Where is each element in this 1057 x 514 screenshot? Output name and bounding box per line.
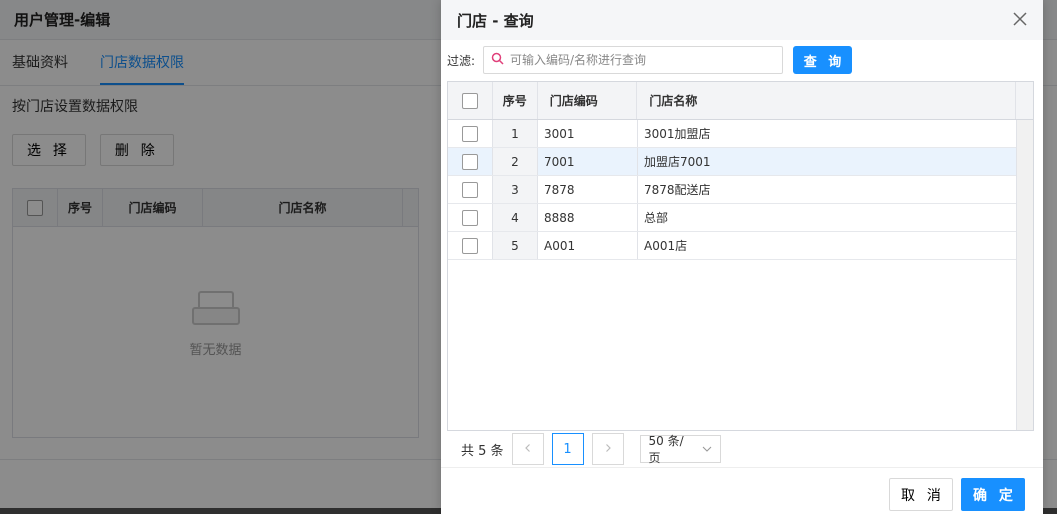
row-code: 8888	[538, 204, 638, 231]
table-row[interactable]: 4 8888 总部	[448, 204, 1033, 232]
dialog-header: 门店 - 查询	[441, 0, 1043, 40]
row-checkbox[interactable]	[462, 125, 478, 142]
select-all-checkbox[interactable]	[461, 92, 478, 109]
search-icon	[491, 52, 504, 69]
row-name: 7878配送店	[638, 176, 1018, 203]
next-page-button[interactable]	[591, 433, 624, 465]
row-code: 3001	[538, 120, 638, 147]
pagination: 共 5 条 1 50 条/页	[461, 433, 721, 465]
dialog-title: 门店 - 查询	[457, 11, 534, 30]
prev-page-button[interactable]	[511, 433, 544, 465]
row-checkbox[interactable]	[462, 181, 478, 198]
select-all-cell	[448, 82, 493, 119]
total-count: 共 5 条	[461, 443, 504, 459]
close-icon[interactable]	[1011, 10, 1029, 28]
table-row[interactable]: 1 3001 3001加盟店	[448, 120, 1033, 148]
row-code: 7878	[538, 176, 638, 203]
store-grid: 序号 门店编码 门店名称 1 3001 3001加盟店 2 7001 加盟店70…	[447, 81, 1034, 431]
table-row[interactable]: 2 7001 加盟店7001	[448, 148, 1033, 176]
row-checkbox-cell	[448, 204, 493, 231]
row-index: 5	[493, 232, 538, 259]
column-index: 序号	[492, 82, 538, 119]
row-checkbox[interactable]	[462, 237, 478, 254]
search-box[interactable]	[483, 46, 783, 74]
table-row[interactable]: 3 7878 7878配送店	[448, 176, 1033, 204]
row-index: 4	[493, 204, 538, 231]
filter-label: 过滤:	[447, 53, 476, 68]
scrollbar-header	[1016, 82, 1033, 119]
page-size-select[interactable]: 50 条/页	[639, 434, 721, 465]
row-index: 1	[493, 120, 538, 147]
row-index: 3	[493, 176, 538, 203]
row-checkbox-cell	[448, 176, 493, 203]
dialog-footer: 取 消 确 定	[441, 467, 1043, 514]
page-button-current[interactable]: 1	[551, 433, 584, 465]
row-checkbox[interactable]	[462, 209, 478, 226]
column-name: 门店名称	[637, 82, 1017, 119]
grid-header: 序号 门店编码 门店名称	[448, 82, 1033, 120]
row-name: 3001加盟店	[638, 120, 1018, 147]
chevron-left-icon	[523, 442, 533, 457]
column-code: 门店编码	[538, 82, 638, 119]
confirm-button[interactable]: 确 定	[961, 478, 1025, 511]
vertical-scrollbar[interactable]	[1016, 120, 1033, 430]
row-code: A001	[538, 232, 638, 259]
search-input[interactable]	[510, 53, 775, 67]
table-row[interactable]: 5 A001 A001店	[448, 232, 1033, 260]
chevron-right-icon	[603, 442, 613, 457]
row-name: 加盟店7001	[638, 148, 1018, 175]
row-checkbox[interactable]	[462, 153, 478, 170]
row-name: 总部	[638, 204, 1018, 231]
row-checkbox-cell	[448, 120, 493, 147]
row-checkbox-cell	[448, 232, 493, 259]
page-size-value: 50 条/页	[648, 434, 684, 465]
row-code: 7001	[538, 148, 638, 175]
query-button[interactable]: 查 询	[793, 46, 852, 74]
store-query-dialog: 门店 - 查询 过滤: 查 询 序号 门店编码 门店名称 1 3001 3001…	[441, 0, 1043, 514]
cancel-button[interactable]: 取 消	[889, 478, 953, 511]
chevron-down-icon	[702, 442, 712, 456]
row-checkbox-cell	[448, 148, 493, 175]
filter-row: 过滤: 查 询	[441, 40, 1043, 80]
row-name: A001店	[638, 232, 1018, 259]
row-index: 2	[493, 148, 538, 175]
